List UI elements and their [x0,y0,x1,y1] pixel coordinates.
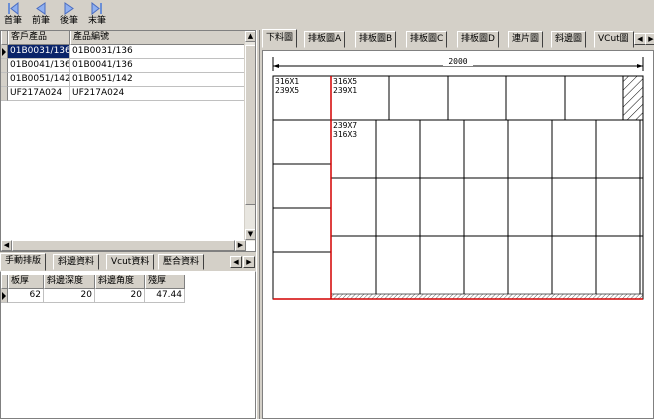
tab-manual-layout[interactable]: 手動排版 [0,253,47,271]
products-vertical-scrollbar[interactable]: ▲ ▼ [244,31,255,241]
cell-customer-product[interactable]: 01B0031/136 [8,45,70,59]
cell-board-thickness[interactable]: 62 [8,289,44,303]
table-row[interactable]: UF217A024 UF217A024 [1,87,246,101]
tab-scroll-left-icon[interactable]: ◀ [230,256,242,268]
scroll-left-arrow-icon[interactable]: ◀ [1,240,12,251]
row-indicator [1,289,8,303]
waste-strip-right [622,75,644,121]
col-header-customer-product[interactable]: 客戶產品 [8,31,70,45]
scroll-thumb[interactable] [12,240,235,251]
current-row-pointer-icon [2,292,6,300]
scroll-right-arrow-icon[interactable]: ▶ [235,240,246,251]
last-record-button[interactable]: 末筆 [84,1,110,28]
panel-splitter[interactable] [256,30,260,419]
prev-arrow-icon [28,2,54,16]
board-outline [272,75,644,300]
tab-scroll-right-icon[interactable]: ▶ [243,256,255,268]
row-indicator [1,73,8,87]
table-row[interactable]: 01B0031/136 01B0031/136 [1,45,246,59]
cell-bevel-angle[interactable]: 20 [95,289,145,303]
table-row[interactable]: 01B0041/136 01B0041/136 [1,59,246,73]
cutting-drawing-canvas[interactable]: 2000 316X1 239X5 316X5 239X1 239X7 316X3 [262,50,654,419]
tab-layout-d[interactable]: 排板圖D [457,31,499,48]
products-grid[interactable]: 客戶產品 產品編號 01B0031/136 01B0031/136 01B004… [0,30,256,252]
label-top-mid-2: 239X1 [333,86,357,95]
next-record-button[interactable]: 後筆 [56,1,82,28]
cell-product-no[interactable]: 01B0051/142 [70,73,246,87]
left-column-cells [273,119,331,253]
tab-panel-drawing[interactable]: 連片圖 [508,31,544,48]
params-grid-header: 板厚 斜邊深度 斜邊角度 殘厚 [1,275,185,289]
scroll-thumb[interactable] [245,45,255,205]
tab-vcut-drawing[interactable]: VCut圖 [594,31,634,48]
tab-layout-a[interactable]: 排板圖A [304,31,346,48]
cell-product-no[interactable]: UF217A024 [70,87,246,101]
products-horizontal-scrollbar[interactable]: ◀ ▶ [1,240,246,251]
tab-layout-b[interactable]: 排板圖B [355,31,397,48]
cell-product-no[interactable]: 01B0031/136 [70,45,246,59]
dimension-line: 2000 [272,56,644,71]
tab-cutting-drawing[interactable]: 下料圖 [262,29,298,48]
row-indicator [1,59,8,73]
col-header-bevel-depth[interactable]: 斜邊深度 [44,275,95,289]
scroll-up-arrow-icon[interactable]: ▲ [245,31,255,42]
left-tab-strip: 手動排版 斜邊資料 Vcut資料 壓合資料 ◀ ▶ [0,253,256,271]
tab-scroll-right-icon[interactable]: ▶ [645,33,654,45]
label-top-left-1: 316X1 [275,77,299,86]
scroll-down-arrow-icon[interactable]: ▼ [245,229,255,240]
cell-customer-product[interactable]: UF217A024 [8,87,70,101]
cutting-drawing-svg: 2000 316X1 239X5 316X5 239X1 239X7 316X3 [272,56,644,300]
row-indicator [1,45,8,59]
dimension-label: 2000 [448,57,467,66]
col-header-bevel-angle[interactable]: 斜邊角度 [95,275,145,289]
main-grid-cells [331,120,643,294]
label-top-left-2: 239X5 [275,86,299,95]
tab-layout-c[interactable]: 排板圖C [406,31,448,48]
row-indicator-header [1,31,8,45]
cell-bevel-depth[interactable]: 20 [44,289,95,303]
label-mid-2: 316X3 [333,130,357,139]
right-tab-strip: 下料圖 排板圖A 排板圖B 排板圖C 排板圖D 連片圖 斜邊圖 VCut圖 ◀ … [260,29,654,49]
top-row-cells [331,76,643,121]
tab-lamination-data[interactable]: 壓合資料 [158,254,205,270]
prev-record-button[interactable]: 前筆 [28,1,54,28]
first-record-button[interactable]: 首筆 [0,1,26,28]
cell-customer-product[interactable]: 01B0051/142 [8,73,70,87]
label-mid-1: 239X7 [333,121,357,130]
table-row[interactable]: 01B0051/142 01B0051/142 [1,73,246,87]
last-arrow-icon [84,2,110,16]
row-indicator-header [1,275,8,289]
first-arrow-icon [0,2,26,16]
products-grid-header: 客戶產品 產品編號 [1,31,246,45]
cell-customer-product[interactable]: 01B0041/136 [8,59,70,73]
record-nav-toolbar: 首筆 前筆 後筆 末筆 [0,0,256,30]
label-top-mid-1: 316X5 [333,77,357,86]
tab-bevel-data[interactable]: 斜邊資料 [53,254,100,270]
tab-bevel-drawing[interactable]: 斜邊圖 [551,31,587,48]
col-header-board-thickness[interactable]: 板厚 [8,275,44,289]
bevel-params-grid[interactable]: 板厚 斜邊深度 斜邊角度 殘厚 62 20 20 47.44 [0,271,256,419]
col-header-product-no[interactable]: 產品編號 [70,31,246,45]
row-indicator [1,87,8,101]
current-row-pointer-icon [2,48,6,56]
cell-remaining-thickness[interactable]: 47.44 [145,289,185,303]
tab-vcut-data[interactable]: Vcut資料 [106,254,155,270]
col-header-remaining-thickness[interactable]: 殘厚 [145,275,185,289]
table-row[interactable]: 62 20 20 47.44 [1,289,185,303]
next-arrow-icon [56,2,82,16]
cell-product-no[interactable]: 01B0041/136 [70,59,246,73]
